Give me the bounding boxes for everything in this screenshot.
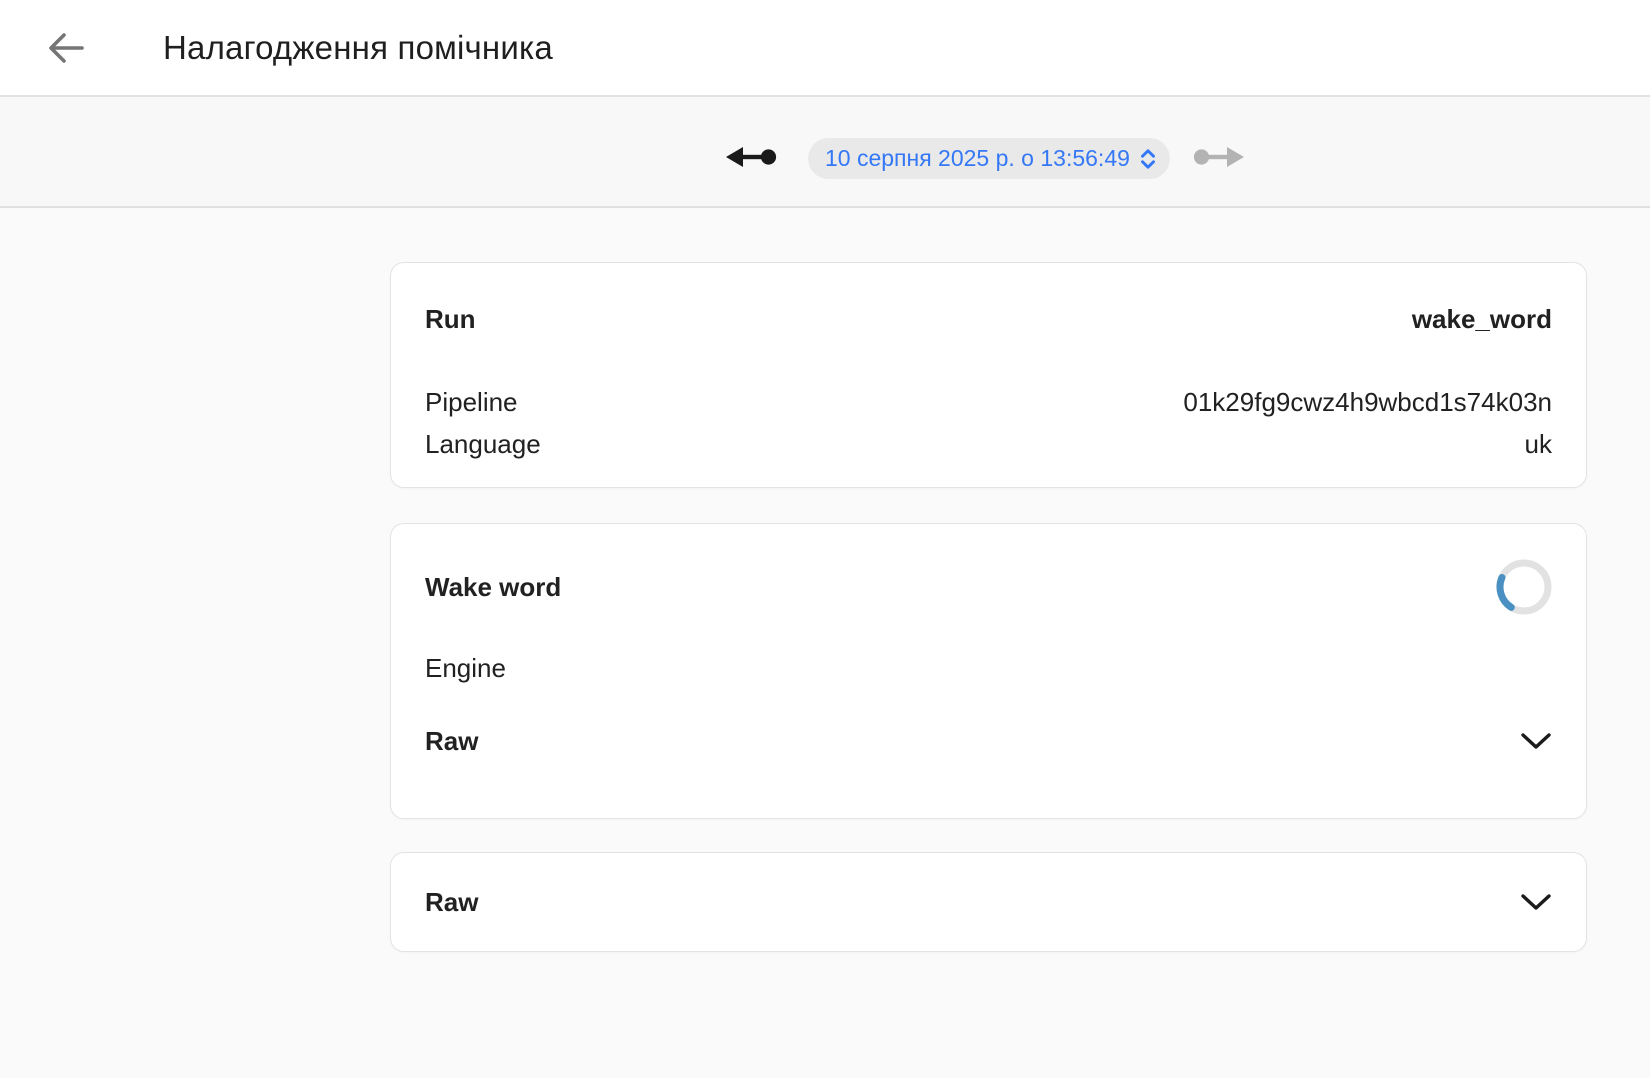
pipeline-label: Pipeline (425, 387, 518, 417)
chevron-down-icon (1520, 893, 1552, 911)
ray-end-arrow-left-icon (725, 142, 777, 172)
chevron-down-icon (1520, 732, 1552, 750)
debug-content: Run wake_word Pipeline 01k29fg9cwz4h9wbc… (390, 262, 1587, 952)
pipeline-value: 01k29fg9cwz4h9wbcd1s74k03n (1183, 387, 1552, 417)
language-row: Language uk (425, 423, 1552, 465)
wake-word-card: Wake word Engine Raw (390, 523, 1587, 819)
language-label: Language (425, 429, 541, 459)
ray-start-arrow-right-icon (1193, 142, 1245, 172)
raw-label: Raw (425, 726, 479, 756)
previous-run-button[interactable] (718, 137, 784, 177)
wake-word-title: Wake word (425, 572, 562, 602)
spinner-icon (1496, 559, 1552, 615)
pipeline-row: Pipeline 01k29fg9cwz4h9wbcd1s74k03n (425, 381, 1552, 423)
wake-word-raw-toggle[interactable]: Raw (425, 726, 1552, 756)
back-button[interactable] (42, 24, 90, 72)
page-title: Налагодження помічника (163, 28, 553, 66)
next-run-button[interactable] (1186, 137, 1252, 177)
raw-label: Raw (425, 886, 479, 917)
up-down-chevrons-icon (1139, 147, 1157, 171)
raw-section-toggle[interactable]: Raw (390, 852, 1587, 952)
run-row: Run wake_word (425, 263, 1552, 334)
run-value: wake_word (1411, 304, 1552, 334)
arrow-left-icon (46, 31, 86, 65)
app-header: Налагодження помічника (0, 0, 1650, 97)
run-info-card: Run wake_word Pipeline 01k29fg9cwz4h9wbc… (390, 262, 1587, 488)
run-datetime-value: 10 серпня 2025 р. о 13:56:49 (825, 145, 1130, 171)
run-datetime-input[interactable]: 10 серпня 2025 р. о 13:56:49 (808, 138, 1170, 179)
run-picker-toolbar: 10 серпня 2025 р. о 13:56:49 (0, 97, 1650, 208)
language-value: uk (1524, 429, 1552, 459)
run-label: Run (425, 304, 476, 334)
engine-label: Engine (425, 653, 506, 683)
wake-word-header: Wake word (425, 524, 1552, 615)
